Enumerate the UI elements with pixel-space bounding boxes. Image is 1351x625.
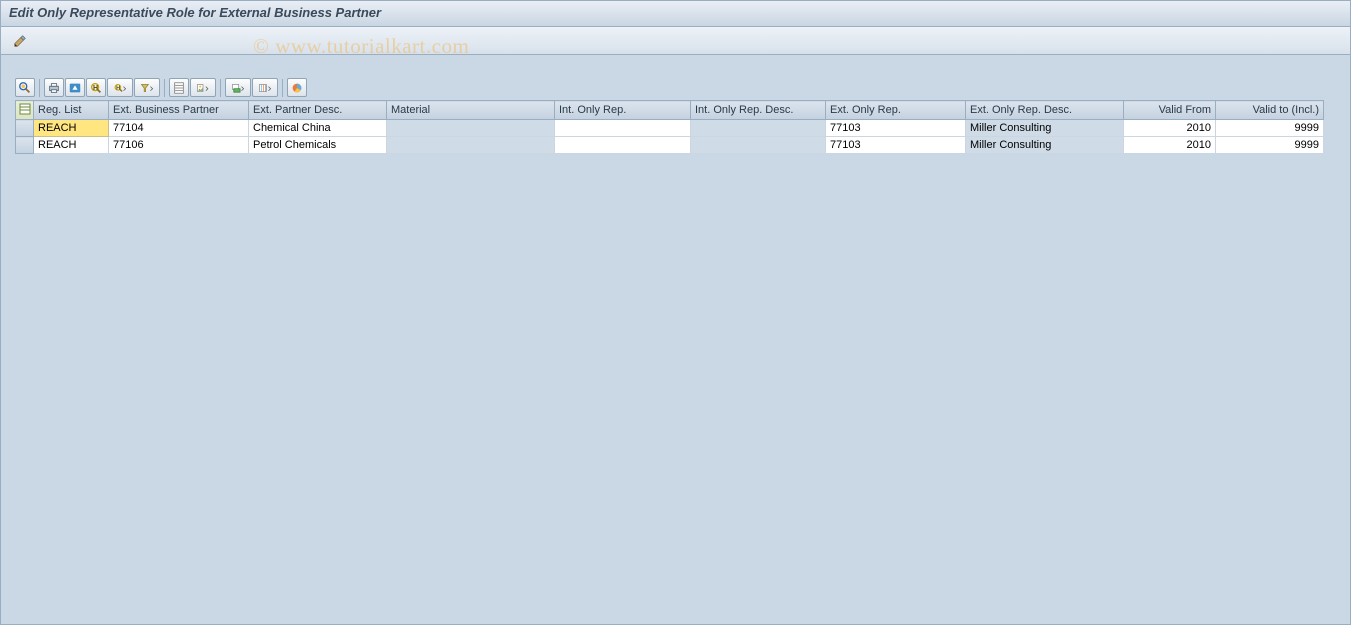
table-row[interactable]: REACH 77104 Chemical China 77103 Miller … xyxy=(16,120,1324,137)
mail-icon xyxy=(231,81,245,95)
svg-text:H: H xyxy=(93,84,98,91)
details-button[interactable] xyxy=(15,78,35,97)
chart-icon xyxy=(290,81,304,95)
cell-ext-only-rep[interactable]: 77103 xyxy=(826,120,966,137)
cell-ext-only-rep[interactable]: 77103 xyxy=(826,137,966,154)
cell-ext-bp-desc[interactable]: Petrol Chemicals xyxy=(249,137,387,154)
spreadsheet-icon xyxy=(172,81,186,95)
app-toolbar xyxy=(1,27,1350,55)
title-bar: Edit Only Representative Role for Extern… xyxy=(1,1,1350,27)
table-select-icon xyxy=(19,103,31,115)
col-int-only-rep-desc[interactable]: Int. Only Rep. Desc. xyxy=(691,101,826,120)
find-button[interactable]: H xyxy=(86,78,106,97)
separator xyxy=(39,79,40,97)
alv-toolbar: H H xyxy=(1,75,1350,100)
page-title: Edit Only Representative Role for Extern… xyxy=(9,5,1342,20)
cell-material[interactable] xyxy=(387,137,555,154)
cell-material[interactable] xyxy=(387,120,555,137)
print-button[interactable] xyxy=(44,78,64,97)
cell-valid-from[interactable]: 2010 xyxy=(1124,137,1216,154)
cell-int-only-rep-desc[interactable] xyxy=(691,120,826,137)
col-ext-only-rep-desc[interactable]: Ext. Only Rep. Desc. xyxy=(966,101,1124,120)
col-ext-bp[interactable]: Ext. Business Partner xyxy=(109,101,249,120)
mail-recipient-button[interactable] xyxy=(225,78,251,97)
col-material[interactable]: Material xyxy=(387,101,555,120)
cell-int-only-rep[interactable] xyxy=(555,137,691,154)
filter-button[interactable] xyxy=(134,78,160,97)
find-icon: H xyxy=(89,81,103,95)
pencil-icon xyxy=(13,34,27,48)
cell-reg-list[interactable]: REACH xyxy=(34,137,109,154)
details-icon xyxy=(18,81,32,95)
alv-grid[interactable]: Reg. List Ext. Business Partner Ext. Par… xyxy=(15,100,1324,154)
cell-reg-list[interactable]: REACH xyxy=(34,120,109,137)
layout-icon xyxy=(258,81,272,95)
graphic-button[interactable] xyxy=(287,78,307,97)
change-layout-button[interactable] xyxy=(252,78,278,97)
separator xyxy=(220,79,221,97)
find-next-button[interactable]: H xyxy=(107,78,133,97)
cell-ext-bp[interactable]: 77106 xyxy=(109,137,249,154)
table-row[interactable]: REACH 77106 Petrol Chemicals 77103 Mille… xyxy=(16,137,1324,154)
cell-int-only-rep[interactable] xyxy=(555,120,691,137)
export-spreadsheet-button[interactable] xyxy=(169,78,189,97)
cell-int-only-rep-desc[interactable] xyxy=(691,137,826,154)
cell-ext-bp[interactable]: 77104 xyxy=(109,120,249,137)
svg-text:H: H xyxy=(116,85,120,91)
col-ext-bp-desc[interactable]: Ext. Partner Desc. xyxy=(249,101,387,120)
gap-row xyxy=(1,55,1350,75)
find-next-icon: H xyxy=(113,81,127,95)
grid-container: Reg. List Ext. Business Partner Ext. Par… xyxy=(1,100,1350,154)
local-file-button[interactable] xyxy=(190,78,216,97)
cell-valid-to[interactable]: 9999 xyxy=(1216,120,1324,137)
row-selector[interactable] xyxy=(16,137,34,154)
separator xyxy=(164,79,165,97)
sort-asc-icon xyxy=(68,81,82,95)
cell-ext-only-rep-desc[interactable]: Miller Consulting xyxy=(966,120,1124,137)
print-icon xyxy=(47,81,61,95)
col-ext-only-rep[interactable]: Ext. Only Rep. xyxy=(826,101,966,120)
row-selector[interactable] xyxy=(16,120,34,137)
col-valid-from[interactable]: Valid From xyxy=(1124,101,1216,120)
select-all-header[interactable] xyxy=(16,101,34,120)
cell-valid-to[interactable]: 9999 xyxy=(1216,137,1324,154)
col-reg-list[interactable]: Reg. List xyxy=(34,101,109,120)
sort-asc-button[interactable] xyxy=(65,78,85,97)
col-valid-to[interactable]: Valid to (Incl.) xyxy=(1216,101,1324,120)
edit-button[interactable] xyxy=(9,32,31,50)
cell-ext-bp-desc[interactable]: Chemical China xyxy=(249,120,387,137)
separator xyxy=(282,79,283,97)
cell-ext-only-rep-desc[interactable]: Miller Consulting xyxy=(966,137,1124,154)
col-int-only-rep[interactable]: Int. Only Rep. xyxy=(555,101,691,120)
filter-icon xyxy=(140,81,154,95)
cell-valid-from[interactable]: 2010 xyxy=(1124,120,1216,137)
header-row: Reg. List Ext. Business Partner Ext. Par… xyxy=(16,101,1324,120)
local-file-icon xyxy=(196,81,210,95)
